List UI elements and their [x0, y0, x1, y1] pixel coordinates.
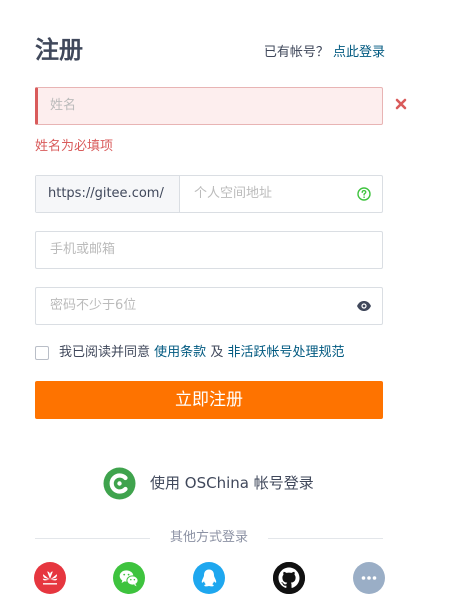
help-icon[interactable]	[357, 187, 371, 201]
account-input[interactable]: 手机或邮箱	[35, 231, 383, 269]
wechat-login-button[interactable]	[113, 562, 145, 594]
password-placeholder: 密码不少于6位	[50, 298, 137, 313]
account-placeholder: 手机或邮箱	[50, 242, 116, 257]
space-address-field: https://gitee.com/ 个人空间地址	[35, 175, 383, 213]
login-link[interactable]: 点此登录	[333, 45, 385, 60]
error-close-icon	[395, 98, 407, 110]
name-placeholder: 姓名	[50, 98, 77, 113]
page-title: 注册	[35, 36, 83, 64]
oschina-logo-icon[interactable]	[103, 467, 136, 500]
eye-icon[interactable]	[356, 300, 372, 312]
policy-link[interactable]: 非活跃帐号处理规范	[227, 345, 344, 360]
and-text: 及	[210, 345, 224, 360]
wechat-icon	[119, 570, 139, 587]
more-login-button[interactable]	[353, 562, 385, 594]
login-prompt: 已有帐号？ 点此登录	[264, 43, 385, 63]
space-address-input[interactable]: 个人空间地址	[194, 176, 272, 212]
github-icon	[273, 562, 305, 594]
github-login-button[interactable]	[273, 562, 305, 594]
terms-link[interactable]: 使用条款	[154, 345, 206, 360]
divider-right	[268, 538, 383, 539]
agreement-checkbox[interactable]	[35, 346, 49, 360]
qq-icon	[201, 569, 217, 587]
huawei-login-button[interactable]	[34, 562, 66, 594]
have-account-text: 已有帐号？	[263, 45, 329, 60]
password-input[interactable]: 密码不少于6位	[35, 287, 383, 325]
name-input[interactable]: 姓名	[35, 87, 383, 125]
agree-label: 我已阅读并同意	[59, 345, 151, 360]
register-page: 注册 已有帐号？ 点此登录 姓名 姓名为必填项 https://gitee.co…	[0, 0, 452, 607]
register-button[interactable]: 立即注册	[35, 381, 383, 419]
name-error-message: 姓名为必填项	[35, 139, 114, 154]
more-icon	[361, 576, 377, 580]
space-prefix: https://gitee.com/	[36, 176, 180, 212]
huawei-icon	[42, 571, 58, 585]
qq-login-button[interactable]	[193, 562, 225, 594]
agreement-text: 我已阅读并同意 使用条款 及 非活跃帐号处理规范	[59, 344, 344, 362]
oschina-login-link[interactable]: 使用 OSChina 帐号登录	[150, 473, 314, 493]
